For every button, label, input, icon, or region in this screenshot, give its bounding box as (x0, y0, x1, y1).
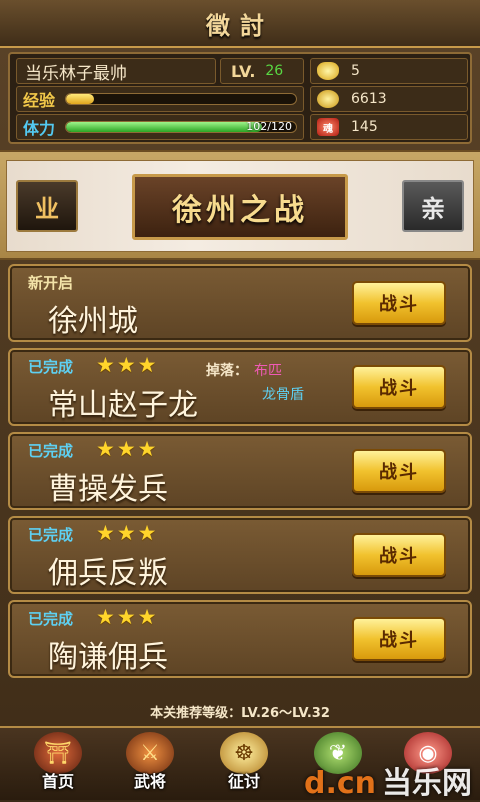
level-value: 26 (265, 63, 284, 79)
game-frame: 徵討 当乐林子最帅 LV. 26 经验 体力 102/120 5 6613 魂 … (0, 0, 480, 802)
nav-generals-label: 武将 (133, 772, 166, 791)
chapter-title: 徐州之战 (132, 174, 348, 240)
stage-drops: 掉落： 布匹龙骨盾 (206, 360, 304, 404)
player-stats-panel: 当乐林子最帅 LV. 26 经验 体力 102/120 5 6613 魂 145 (8, 52, 472, 144)
fight-button[interactable]: 战斗 (352, 281, 446, 325)
stamina-bar: 102/120 (65, 121, 297, 133)
stage-row: 已完成 ★★★ 佣兵反叛 战斗 (8, 516, 472, 594)
level-label: LV. (231, 61, 256, 81)
coin-resource: 6613 (310, 86, 468, 112)
prev-chapter-tab[interactable]: 业 (16, 180, 78, 232)
page-title: 徵討 (206, 11, 274, 40)
fight-button[interactable]: 战斗 (352, 617, 446, 661)
exp-row: 经验 (16, 86, 304, 112)
stage-row: 已完成 ★★★ 曹操发兵 战斗 (8, 432, 472, 510)
drops-label: 掉落： (206, 363, 248, 379)
fight-button[interactable]: 战斗 (352, 533, 446, 577)
nav-campaign-label: 征讨 (227, 772, 260, 791)
star-rating: ★★★ (96, 437, 159, 461)
star-rating: ★★★ (96, 353, 159, 377)
player-level: LV. 26 (220, 58, 304, 84)
stamina-bar-fill (66, 122, 262, 132)
stage-name: 陶谦佣兵 (48, 640, 168, 675)
stage-status: 已完成 (28, 442, 74, 460)
watermark-text: 当乐网 (382, 766, 472, 801)
stage-row: 新开启徐州城 战斗 (8, 264, 472, 342)
stage-name: 常山赵子龙 (48, 388, 198, 423)
exp-bar (65, 93, 297, 105)
stamina-row: 体力 102/120 (16, 114, 304, 140)
player-name: 当乐林子最帅 (16, 58, 216, 84)
stage-status: 已完成 (28, 610, 74, 628)
watermark: d.cn 当乐网 (304, 758, 472, 802)
coin-value: 6613 (351, 91, 387, 107)
stamina-label: 体力 (23, 119, 56, 138)
gold-ingot-icon (317, 62, 339, 80)
nav-generals[interactable]: ⚔ 武将 (110, 732, 190, 800)
stage-status: 已完成 (28, 526, 74, 544)
stage-name: 曹操发兵 (48, 472, 168, 507)
exp-bar-fill (66, 94, 94, 104)
watermark-logo: d.cn (303, 766, 376, 801)
title-bar: 徵討 (0, 0, 480, 48)
drop-item: 布匹 (254, 363, 282, 379)
stage-row: 已完成 ★★★ 陶谦佣兵 战斗 (8, 600, 472, 678)
soul-value: 145 (351, 119, 378, 135)
star-rating: ★★★ (96, 521, 159, 545)
coin-icon (317, 90, 339, 108)
nav-home[interactable]: ⛩ 首页 (18, 732, 98, 800)
gold-resource: 5 (310, 58, 468, 84)
exp-label: 经验 (23, 91, 56, 110)
nav-campaign[interactable]: ☸ 征讨 (204, 732, 284, 800)
soul-resource: 魂 145 (310, 114, 468, 140)
next-chapter-tab[interactable]: 亲 (402, 180, 464, 232)
soul-icon: 魂 (317, 118, 339, 136)
stamina-text: 102/120 (246, 121, 292, 133)
star-rating: ★★★ (96, 605, 159, 629)
stage-row: 已完成 ★★★ 常山赵子龙 掉落： 布匹龙骨盾 战斗 (8, 348, 472, 426)
gold-value: 5 (351, 63, 360, 79)
stage-name: 徐州城 (48, 304, 138, 339)
nav-home-label: 首页 (41, 772, 74, 791)
fight-button[interactable]: 战斗 (352, 365, 446, 409)
chapter-banner: 业 徐州之战 亲 (0, 150, 480, 260)
chapter-title-text: 徐州之战 (172, 193, 308, 228)
stage-name: 佣兵反叛 (48, 556, 168, 591)
bottom-nav: ⛩ 首页 ⚔ 武将 ☸ 征讨 ❦ ◉ d.cn 当乐网 (0, 726, 480, 802)
drop-item: 龙骨盾 (262, 387, 304, 403)
stage-status: 已完成 (28, 358, 74, 376)
fight-button[interactable]: 战斗 (352, 449, 446, 493)
stage-status: 新开启 (28, 274, 74, 292)
recommended-level: 本关推荐等级：LV.26～LV.32 (150, 705, 330, 721)
